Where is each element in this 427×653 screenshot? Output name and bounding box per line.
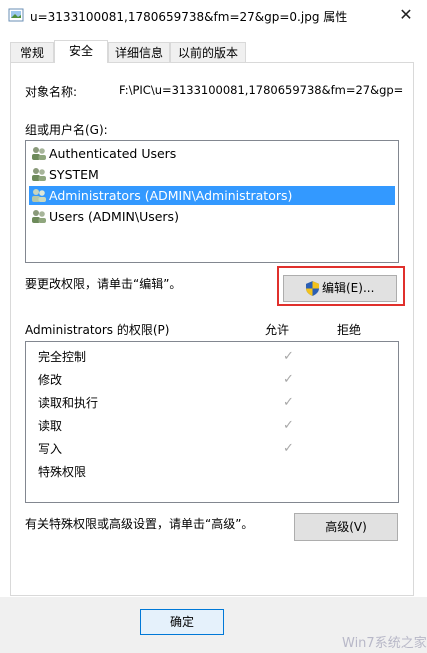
security-panel: 对象名称: F:\PIC\u=3133100081,1780659738&fm=… <box>10 62 414 596</box>
users-group-icon <box>32 210 46 223</box>
tab-general-label: 常规 <box>19 46 44 60</box>
permission-row: 读取 ✓ <box>38 416 398 436</box>
groups-label: 组或用户名(G): <box>25 123 108 137</box>
users-group-icon <box>32 189 46 202</box>
users-group-icon <box>32 168 46 181</box>
object-name-label: 对象名称: <box>25 85 78 99</box>
watermark: Win7系统之家 <box>342 636 427 651</box>
tab-previous-versions-label: 以前的版本 <box>177 46 238 60</box>
tab-details[interactable]: 详细信息 <box>108 42 170 62</box>
permission-name: 修改 <box>38 373 63 387</box>
user-name: Administrators (ADMIN\Administrators) <box>49 188 293 203</box>
permission-row: 完全控制 ✓ <box>38 347 398 367</box>
image-file-icon <box>8 8 24 22</box>
user-name: Users (ADMIN\Users) <box>49 209 179 224</box>
list-item-authenticated-users[interactable]: Authenticated Users <box>29 144 395 163</box>
users-group-icon <box>32 147 46 160</box>
users-listbox[interactable]: Authenticated Users SYSTEM Administrator… <box>25 140 399 263</box>
red-highlight-frame <box>277 266 405 306</box>
tab-security-label: 安全 <box>68 44 93 58</box>
tab-previous-versions[interactable]: 以前的版本 <box>170 42 246 62</box>
object-name-value: F:\PIC\u=3133100081,1780659738&fm=27&gp= <box>119 83 404 97</box>
tab-general[interactable]: 常规 <box>10 42 54 62</box>
permission-name: 完全控制 <box>38 350 87 364</box>
deny-header: 拒绝 <box>337 323 362 337</box>
permissions-list[interactable]: 完全控制 ✓ 修改 ✓ 读取和执行 ✓ 读取 ✓ 写入 ✓ 特殊权限 <box>25 341 399 503</box>
allow-check-icon: ✓ <box>283 441 294 456</box>
permissions-label: Administrators 的权限(P) <box>25 323 170 337</box>
title-bar: u=3133100081,1780659738&fm=27&gp=0.jpg 属… <box>0 0 427 30</box>
permission-row: 修改 ✓ <box>38 370 398 390</box>
list-item-users[interactable]: Users (ADMIN\Users) <box>29 207 395 226</box>
permission-row: 写入 ✓ <box>38 439 398 459</box>
window-title: u=3133100081,1780659738&fm=27&gp=0.jpg 属… <box>30 10 348 24</box>
permission-name: 特殊权限 <box>38 465 87 479</box>
advanced-hint: 有关特殊权限或高级设置，请单击“高级”。 <box>25 517 254 531</box>
allow-header: 允许 <box>265 323 290 337</box>
close-icon: ✕ <box>399 5 413 24</box>
permission-name: 读取 <box>38 419 63 433</box>
allow-check-icon: ✓ <box>283 395 294 410</box>
allow-check-icon: ✓ <box>283 418 294 433</box>
permission-name: 写入 <box>38 442 63 456</box>
advanced-button[interactable]: 高级(V) <box>294 513 398 541</box>
user-name: SYSTEM <box>49 167 99 182</box>
edit-hint: 要更改权限，请单击“编辑”。 <box>25 277 182 291</box>
permission-row: 读取和执行 ✓ <box>38 393 398 413</box>
advanced-button-label: 高级(V) <box>325 520 367 534</box>
permission-row: 特殊权限 <box>38 462 398 482</box>
tab-details-label: 详细信息 <box>114 46 163 60</box>
ok-button[interactable]: 确定 <box>140 609 224 635</box>
ok-button-label: 确定 <box>169 615 194 629</box>
close-button[interactable]: ✕ <box>392 4 420 26</box>
allow-check-icon: ✓ <box>283 349 294 364</box>
permission-name: 读取和执行 <box>38 396 99 410</box>
allow-check-icon: ✓ <box>283 372 294 387</box>
list-item-administrators[interactable]: Administrators (ADMIN\Administrators) <box>29 186 395 205</box>
user-name: Authenticated Users <box>49 146 177 161</box>
list-item-system[interactable]: SYSTEM <box>29 165 395 184</box>
tab-security[interactable]: 安全 <box>54 40 108 63</box>
